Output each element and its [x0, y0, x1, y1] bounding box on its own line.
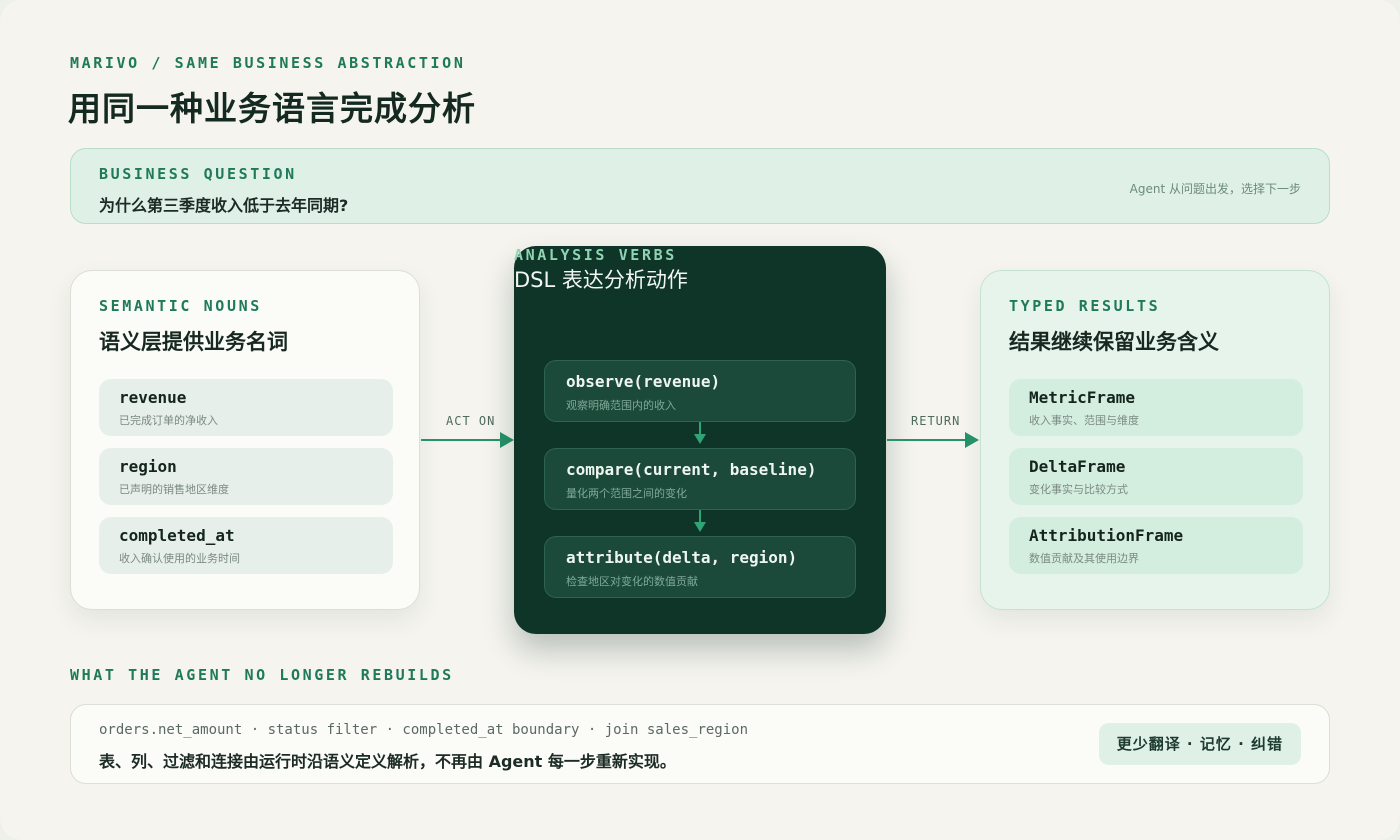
nouns-eyebrow: SEMANTIC NOUNS [99, 297, 262, 315]
verbs-title: DSL 表达分析动作 [514, 268, 688, 292]
down-arrow-icon [694, 522, 706, 532]
kicker: MARIVO / SAME BUSINESS ABSTRACTION [70, 54, 466, 72]
noun-desc: 已完成订单的净收入 [119, 414, 218, 427]
typed-results-card: TYPED RESULTS 结果继续保留业务含义 MetricFrame 收入事… [980, 270, 1330, 610]
rebuild-code-list: orders.net_amount · status filter · comp… [99, 722, 749, 738]
result-item: MetricFrame 收入事实、范围与维度 [1009, 379, 1303, 436]
verb-connector-line [699, 510, 701, 522]
analysis-verbs-card: ANALYSIS VERBS DSL 表达分析动作 observe(revenu… [514, 246, 886, 634]
noun-desc: 已声明的销售地区维度 [119, 483, 229, 496]
act-on-label: ACT ON [446, 414, 496, 428]
act-on-arrow-line [421, 439, 503, 441]
result-item: DeltaFrame 变化事实与比较方式 [1009, 448, 1303, 505]
bottom-eyebrow: WHAT THE AGENT NO LONGER REBUILDS [70, 666, 454, 684]
result-desc: 收入事实、范围与维度 [1029, 414, 1139, 427]
result-desc: 数值贡献及其使用边界 [1029, 552, 1139, 565]
result-desc: 变化事实与比较方式 [1029, 483, 1128, 496]
nouns-title: 语义层提供业务名词 [99, 330, 288, 354]
results-title: 结果继续保留业务含义 [1009, 330, 1219, 354]
return-arrow-head-icon [965, 432, 979, 448]
noun-desc: 收入确认使用的业务时间 [119, 552, 240, 565]
return-label: RETURN [911, 414, 961, 428]
result-code: DeltaFrame [1029, 457, 1126, 476]
rebuild-description: 表、列、过滤和连接由运行时沿语义定义解析，不再由 Agent 每一步重新实现。 [99, 752, 676, 771]
verb-desc: 量化两个范围之间的变化 [566, 487, 687, 500]
verb-desc: 检查地区对变化的数值贡献 [566, 575, 698, 588]
verb-item: observe(revenue) 观察明确范围内的收入 [544, 360, 856, 422]
result-code: MetricFrame [1029, 388, 1135, 407]
verb-code: compare(current, baseline) [566, 460, 817, 479]
page: MARIVO / SAME BUSINESS ABSTRACTION 用同一种业… [0, 0, 1400, 840]
verb-desc: 观察明确范围内的收入 [566, 399, 676, 412]
verbs-eyebrow: ANALYSIS VERBS [514, 246, 677, 264]
act-on-arrow-head-icon [500, 432, 514, 448]
question-text: 为什么第三季度收入低于去年同期? [99, 196, 349, 215]
verb-code: observe(revenue) [566, 372, 721, 391]
question-hint: Agent 从问题出发，选择下一步 [1129, 182, 1301, 196]
noun-item: region 已声明的销售地区维度 [99, 448, 393, 505]
noun-code: revenue [119, 388, 187, 407]
benefit-badge: 更少翻译 · 记忆 · 纠错 [1098, 723, 1301, 765]
noun-code: completed_at [119, 526, 235, 545]
page-title: 用同一种业务语言完成分析 [68, 89, 476, 128]
semantic-nouns-card: SEMANTIC NOUNS 语义层提供业务名词 revenue 已完成订单的净… [70, 270, 420, 610]
return-arrow-line [887, 439, 967, 441]
verb-connector-line [699, 422, 701, 434]
noun-item: completed_at 收入确认使用的业务时间 [99, 517, 393, 574]
down-arrow-icon [694, 434, 706, 444]
business-question-panel: BUSINESS QUESTION 为什么第三季度收入低于去年同期? Agent… [70, 148, 1330, 224]
results-eyebrow: TYPED RESULTS [1009, 297, 1161, 315]
no-longer-rebuilds-panel: orders.net_amount · status filter · comp… [70, 704, 1330, 784]
verb-item: compare(current, baseline) 量化两个范围之间的变化 [544, 448, 856, 510]
verb-item: attribute(delta, region) 检查地区对变化的数值贡献 [544, 536, 856, 598]
noun-code: region [119, 457, 177, 476]
question-eyebrow: BUSINESS QUESTION [99, 165, 297, 183]
result-item: AttributionFrame 数值贡献及其使用边界 [1009, 517, 1303, 574]
result-code: AttributionFrame [1029, 526, 1184, 545]
noun-item: revenue 已完成订单的净收入 [99, 379, 393, 436]
verb-code: attribute(delta, region) [566, 548, 798, 567]
